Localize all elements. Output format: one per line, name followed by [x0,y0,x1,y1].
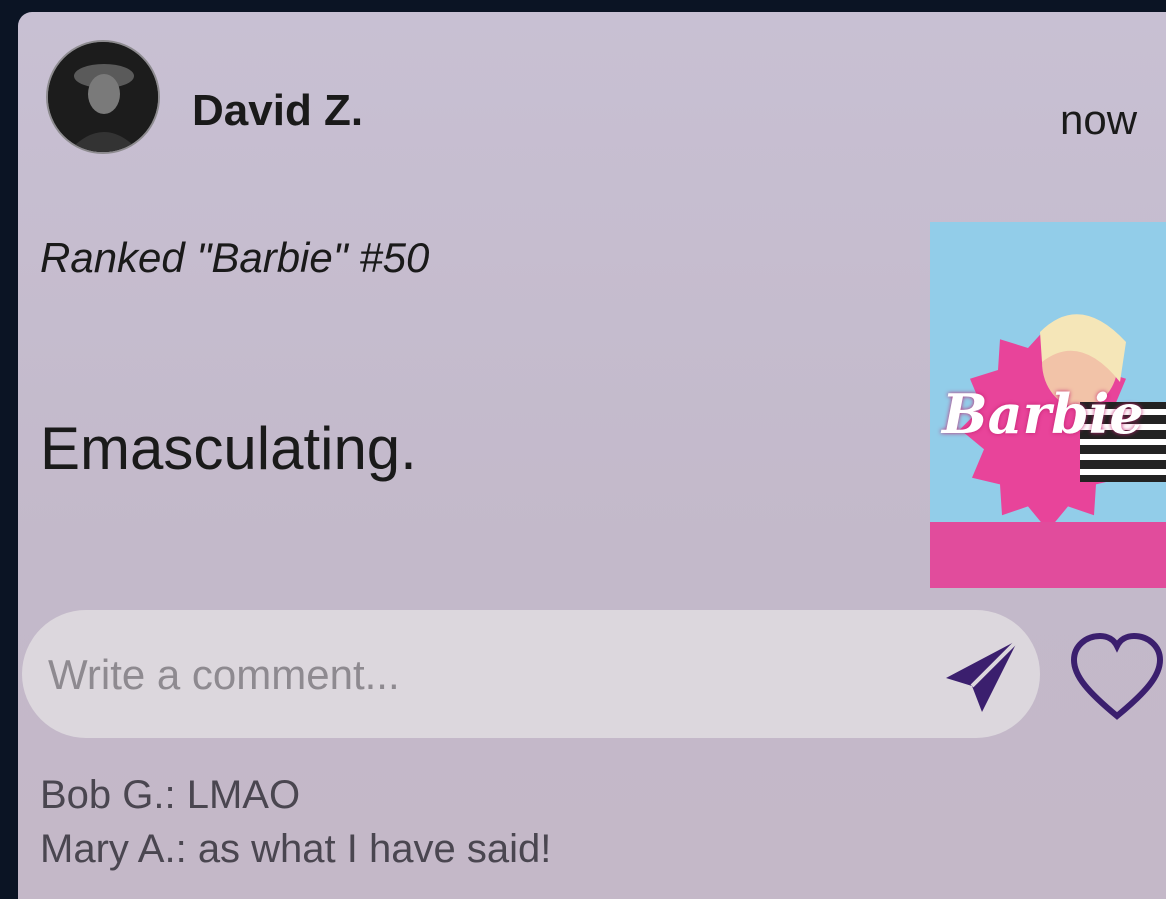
post-card: David Z. now Ranked "Barbie" #50 Emascul… [18,12,1166,899]
like-button[interactable] [1068,632,1166,722]
review-text: Emasculating. [40,415,417,482]
avatar[interactable] [46,40,160,154]
send-icon [946,638,1020,712]
heart-icon [1070,632,1164,720]
comment-item: Mary A.: as what I have said! [40,827,552,871]
post-timestamp: now [1060,96,1138,143]
comment-input[interactable] [46,642,910,708]
comment-item: Bob G.: LMAO [40,773,301,817]
avatar-image [48,42,158,152]
author-name[interactable]: David Z. [192,86,363,136]
send-button[interactable] [938,632,1024,718]
comment-list: Bob G.: LMAO Mary A.: as what I have sai… [40,768,551,876]
comment-bar [22,610,1040,738]
ranking-text: Ranked "Barbie" #50 [40,234,430,281]
movie-poster[interactable]: Barbie [930,222,1166,588]
poster-title: Barbie [942,382,1144,446]
